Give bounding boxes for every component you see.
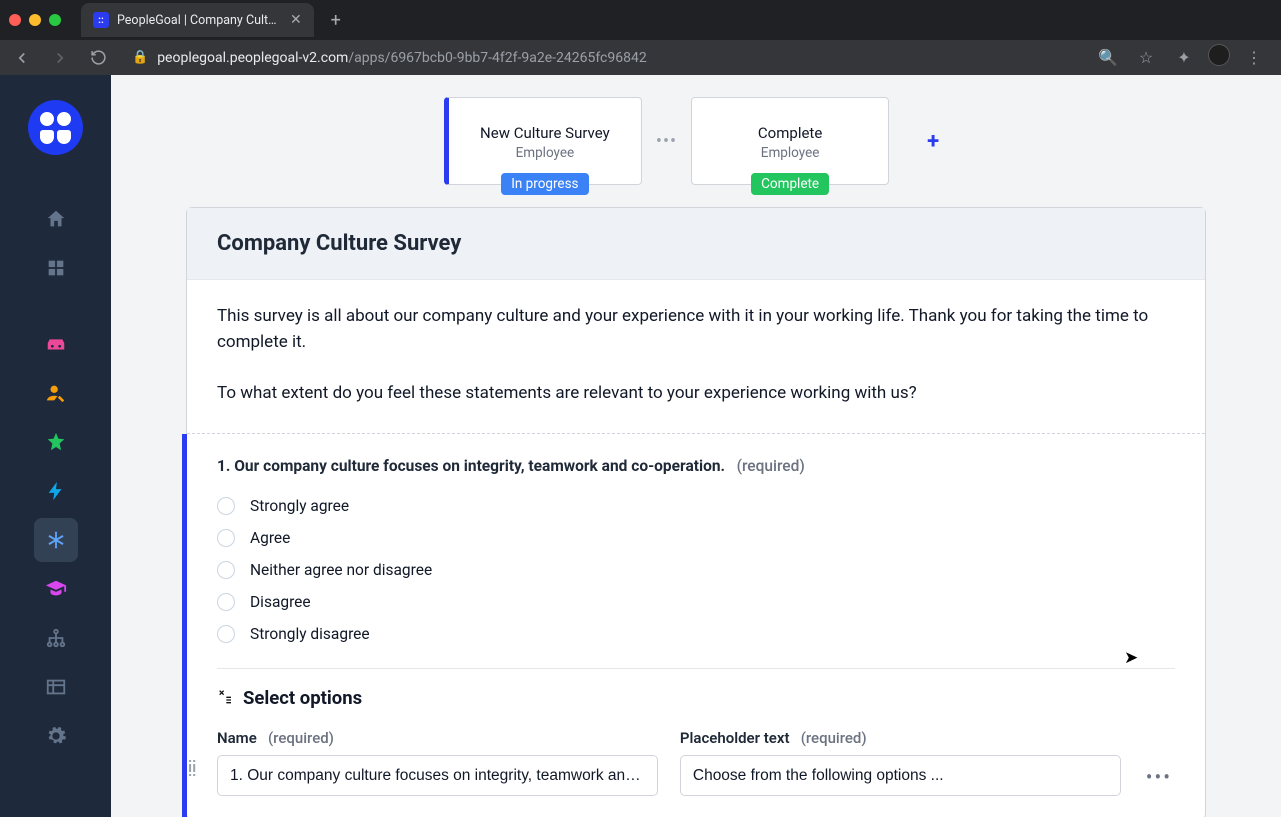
new-tab-button[interactable]: + xyxy=(322,6,350,34)
step-title: Complete xyxy=(758,124,822,142)
placeholder-input[interactable] xyxy=(680,755,1121,796)
question-title: 1. Our company culture focuses on integr… xyxy=(217,457,1175,475)
workflow-steps: New Culture Survey Employee In progress … xyxy=(111,75,1281,207)
step-new-culture-survey[interactable]: New Culture Survey Employee In progress xyxy=(444,97,642,185)
step-subtitle: Employee xyxy=(761,145,820,161)
maximize-window-icon[interactable] xyxy=(49,14,61,26)
radio-option[interactable]: Strongly disagree xyxy=(217,625,1175,643)
radio-icon[interactable] xyxy=(217,561,235,579)
browser-chrome: :: PeopleGoal | Company Culture ✕ + 🔒 pe… xyxy=(0,0,1281,75)
nav-robot-icon[interactable] xyxy=(34,322,78,366)
radio-option[interactable]: Strongly agree xyxy=(217,497,1175,515)
question-block[interactable]: 1. Our company culture focuses on integr… xyxy=(182,434,1205,817)
kebab-menu-icon[interactable]: ⋮ xyxy=(1240,44,1268,72)
back-button[interactable] xyxy=(8,44,36,72)
step-title: New Culture Survey xyxy=(480,124,610,142)
radio-group: Strongly agree Agree Neither agree nor d… xyxy=(217,497,1175,643)
radio-icon[interactable] xyxy=(217,529,235,547)
tab-strip: :: PeopleGoal | Company Culture ✕ + xyxy=(0,0,1281,40)
survey-card: Company Culture Survey This survey is al… xyxy=(186,207,1206,817)
nav-spacer xyxy=(34,295,78,317)
nav-sitemap-icon[interactable] xyxy=(34,616,78,660)
radio-icon[interactable] xyxy=(217,625,235,643)
favicon-icon: :: xyxy=(93,12,109,28)
app-root: New Culture Survey Employee In progress … xyxy=(0,75,1281,817)
add-step-button[interactable]: + xyxy=(918,126,948,156)
sidebar xyxy=(0,75,111,817)
step-subtitle: Employee xyxy=(516,145,575,161)
radio-label: Disagree xyxy=(250,593,311,611)
step-connector-icon: ••• xyxy=(656,131,677,152)
lock-icon: 🔒 xyxy=(132,50,148,65)
nav-graduation-icon[interactable] xyxy=(34,567,78,611)
app-logo[interactable] xyxy=(28,100,83,155)
survey-title: Company Culture Survey xyxy=(217,231,1175,256)
reload-button[interactable] xyxy=(84,44,112,72)
window-controls[interactable] xyxy=(9,14,81,26)
radio-option[interactable]: Disagree xyxy=(217,593,1175,611)
nav-apps-icon[interactable] xyxy=(34,246,78,290)
radio-label: Strongly disagree xyxy=(250,625,370,643)
nav-bolt-icon[interactable] xyxy=(34,469,78,513)
radio-label: Neither agree nor disagree xyxy=(250,561,432,579)
browser-toolbar: 🔒 peoplegoal.peoplegoal-v2.com/apps/6967… xyxy=(0,40,1281,75)
field-name: ⠿⠿ Name (required) xyxy=(217,729,658,796)
config-fields: ⠿⠿ Name (required) Placeholder text xyxy=(217,729,1175,796)
name-input[interactable] xyxy=(217,755,658,796)
radio-option[interactable]: Agree xyxy=(217,529,1175,547)
nav-asterisk-icon[interactable] xyxy=(34,518,78,562)
status-badge: Complete xyxy=(751,173,829,195)
address-bar[interactable]: 🔒 peoplegoal.peoplegoal-v2.com/apps/6967… xyxy=(122,50,1084,66)
star-icon[interactable]: ☆ xyxy=(1132,44,1160,72)
field-placeholder: Placeholder text (required) xyxy=(680,729,1121,796)
survey-intro: This survey is all about our company cul… xyxy=(187,280,1205,434)
forward-button[interactable] xyxy=(46,44,74,72)
radio-icon[interactable] xyxy=(217,497,235,515)
radio-label: Agree xyxy=(250,529,290,547)
intro-paragraph: To what extent do you feel these stateme… xyxy=(217,380,1175,406)
radio-label: Strongly agree xyxy=(250,497,349,515)
nav-table-icon[interactable] xyxy=(34,665,78,709)
minimize-window-icon[interactable] xyxy=(29,14,41,26)
nav-person-edit-icon[interactable] xyxy=(34,371,78,415)
extensions-icon[interactable]: ✦ xyxy=(1170,44,1198,72)
close-window-icon[interactable] xyxy=(9,14,21,26)
tab-title: PeopleGoal | Company Culture xyxy=(117,13,282,28)
field-label: Name (required) xyxy=(217,729,658,747)
nav-gear-icon[interactable] xyxy=(34,714,78,758)
close-tab-icon[interactable]: ✕ xyxy=(290,12,302,28)
toolbar-right: 🔍 ☆ ✦ ⋮ xyxy=(1094,44,1273,72)
radio-icon[interactable] xyxy=(217,593,235,611)
question-config: Select options ⠿⠿ Name (required) xyxy=(217,668,1175,796)
field-label: Placeholder text (required) xyxy=(680,729,1121,747)
intro-paragraph: This survey is all about our company cul… xyxy=(217,303,1175,356)
nav-star-icon[interactable] xyxy=(34,420,78,464)
more-options-icon[interactable]: ••• xyxy=(1143,765,1175,796)
select-options-icon xyxy=(217,688,233,708)
main-content: New Culture Survey Employee In progress … xyxy=(111,75,1281,817)
step-complete[interactable]: Complete Employee Complete xyxy=(691,97,889,185)
status-badge: In progress xyxy=(501,173,588,195)
drag-handle-icon[interactable]: ⠿⠿ xyxy=(187,764,199,776)
radio-option[interactable]: Neither agree nor disagree xyxy=(217,561,1175,579)
browser-tab[interactable]: :: PeopleGoal | Company Culture ✕ xyxy=(81,3,314,37)
nav-home-icon[interactable] xyxy=(34,197,78,241)
config-section-title: Select options xyxy=(217,687,1175,709)
url-text: peoplegoal.peoplegoal-v2.com/apps/6967bc… xyxy=(157,50,647,66)
zoom-icon[interactable]: 🔍 xyxy=(1094,44,1122,72)
profile-avatar[interactable] xyxy=(1208,44,1230,66)
card-header: Company Culture Survey xyxy=(187,208,1205,280)
